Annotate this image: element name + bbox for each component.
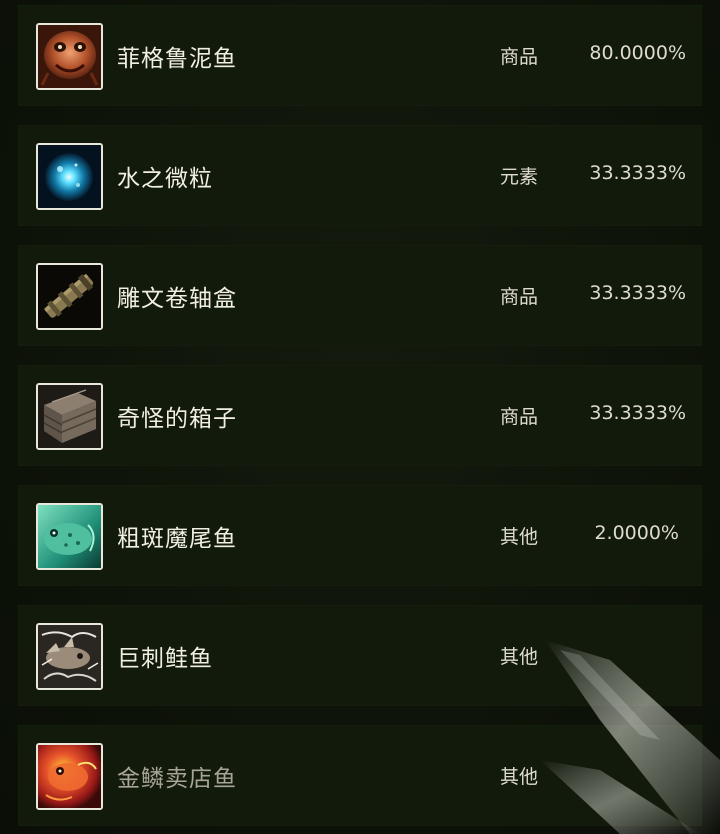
item-category: 商品 — [500, 286, 539, 308]
item-category: 商品 — [500, 46, 539, 68]
list-item[interactable]: 巨刺鲑鱼 其他 — [18, 605, 702, 706]
list-item[interactable]: 金鳞卖店鱼 其他 — [18, 725, 702, 826]
goldscale-fish-icon — [36, 743, 103, 810]
item-name: 雕文卷轴盒 — [117, 286, 237, 312]
list-item[interactable]: 水之微粒 元素 33.3333% — [18, 125, 702, 226]
item-name: 奇怪的箱子 — [117, 406, 237, 432]
list-item[interactable]: 奇怪的箱子 商品 33.3333% — [18, 365, 702, 466]
item-drop-rate: 80.0000% — [589, 42, 686, 64]
item-drop-rate: 33.3333% — [589, 162, 686, 184]
item-drop-rate: 2.0000% — [594, 522, 679, 544]
item-name: 菲格鲁泥鱼 — [117, 46, 237, 72]
item-category: 元素 — [500, 166, 539, 188]
item-name: 粗斑魔尾鱼 — [117, 526, 237, 552]
list-item[interactable]: 粗斑魔尾鱼 其他 2.0000% — [18, 485, 702, 586]
item-category: 其他 — [500, 646, 539, 668]
scroll-case-icon — [36, 263, 103, 330]
mudfish-icon — [36, 23, 103, 90]
item-name: 水之微粒 — [117, 166, 213, 192]
crate-icon — [36, 383, 103, 450]
item-name: 金鳞卖店鱼 — [117, 766, 237, 792]
item-category: 其他 — [500, 766, 539, 788]
item-name: 巨刺鲑鱼 — [117, 646, 213, 672]
item-drop-rate: 33.3333% — [589, 282, 686, 304]
item-category: 其他 — [500, 526, 539, 548]
item-drop-rate: 33.3333% — [589, 402, 686, 424]
water-mote-icon — [36, 143, 103, 210]
loot-list-page: 菲格鲁泥鱼 商品 80.0000% 水之微粒 元素 33.3333% 雕文卷轴盒… — [0, 0, 720, 834]
list-item[interactable]: 菲格鲁泥鱼 商品 80.0000% — [18, 5, 702, 106]
list-item[interactable]: 雕文卷轴盒 商品 33.3333% — [18, 245, 702, 346]
loot-list: 菲格鲁泥鱼 商品 80.0000% 水之微粒 元素 33.3333% 雕文卷轴盒… — [18, 5, 702, 834]
item-category: 商品 — [500, 406, 539, 428]
spined-salmon-icon — [36, 623, 103, 690]
spotted-fish-icon — [36, 503, 103, 570]
